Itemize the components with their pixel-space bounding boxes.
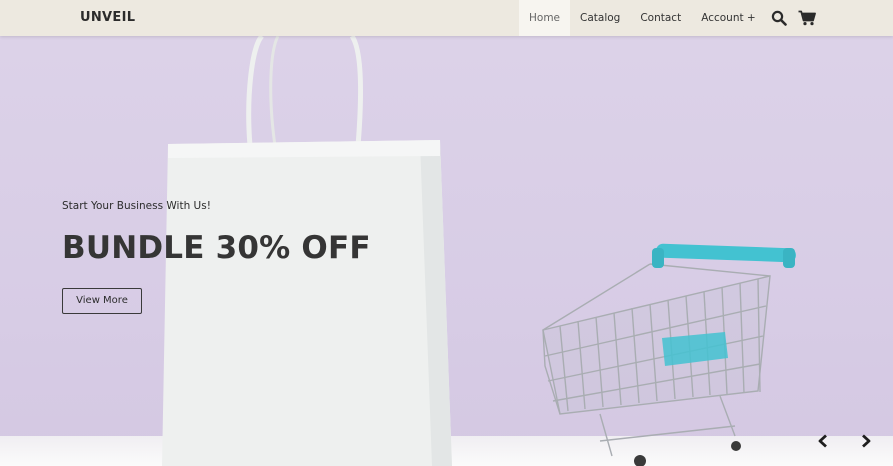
nav-links: Home Catalog Contact Account +	[519, 0, 766, 36]
shopping-cart	[542, 263, 771, 466]
search-icon[interactable]	[770, 9, 788, 27]
hero-content: Start Your Business With Us! BUNDLE 30% …	[62, 200, 371, 314]
nav-link-home[interactable]: Home	[519, 0, 571, 36]
cart-icon[interactable]	[798, 9, 816, 27]
nav-link-catalog[interactable]: Catalog	[570, 0, 630, 36]
chevron-right-icon[interactable]	[858, 430, 874, 452]
brand-logo[interactable]: UNVEIL	[80, 0, 135, 36]
top-navbar: UNVEIL Home Catalog Contact Account +	[0, 0, 893, 36]
view-more-button[interactable]: View More	[62, 288, 142, 314]
nav-link-contact[interactable]: Contact	[630, 0, 691, 36]
nav-icons	[770, 0, 816, 36]
hero-title: BUNDLE 30% OFF	[62, 230, 371, 266]
chevron-left-icon[interactable]	[815, 430, 831, 452]
hero-banner: Start Your Business With Us! BUNDLE 30% …	[0, 36, 893, 466]
cart-handle	[656, 243, 796, 263]
hero-kicker: Start Your Business With Us!	[62, 200, 211, 212]
nav-link-account[interactable]: Account +	[691, 0, 766, 36]
